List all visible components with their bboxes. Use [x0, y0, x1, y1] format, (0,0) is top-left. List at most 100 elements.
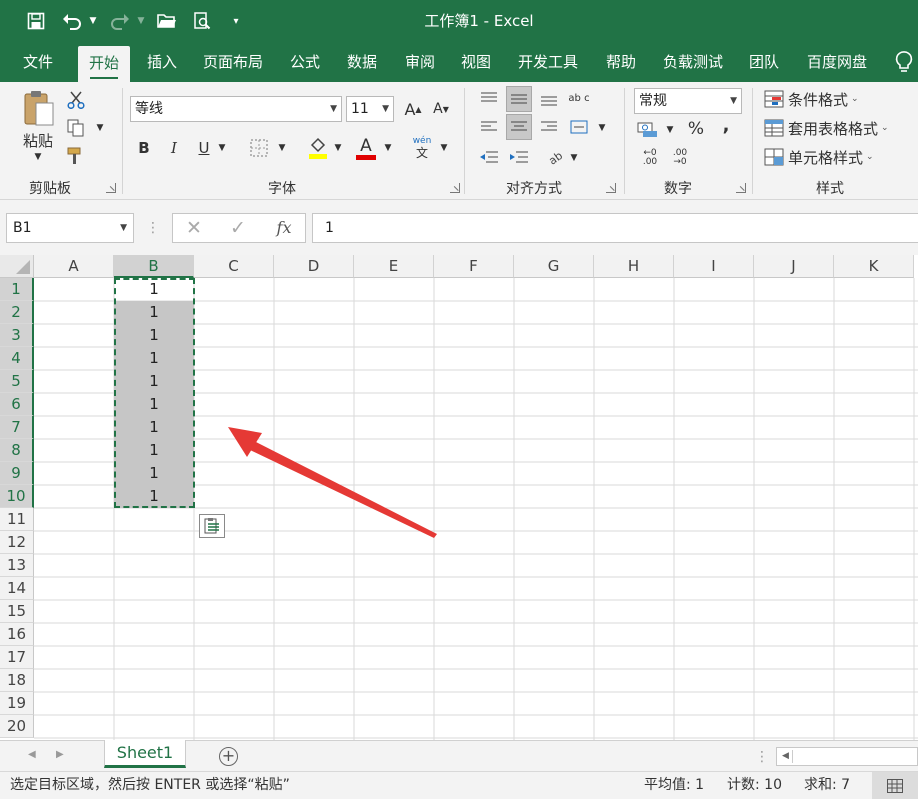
row-header-12[interactable]: 12	[0, 531, 34, 554]
prev-sheet-icon[interactable]: ◀	[28, 749, 36, 760]
borders-dropdown-icon[interactable]: ▼	[276, 140, 288, 156]
row-header-15[interactable]: 15	[0, 600, 34, 623]
grow-font-button[interactable]: A ▲	[402, 96, 424, 122]
decrease-indent-icon[interactable]	[478, 146, 500, 168]
horizontal-scrollbar[interactable]: ◀	[776, 747, 918, 766]
cell-b1[interactable]: 1	[114, 278, 194, 301]
select-all-button[interactable]	[0, 255, 34, 278]
row-header-17[interactable]: 17	[0, 646, 34, 669]
tab-review[interactable]: 审阅	[394, 42, 446, 82]
phonetic-dropdown-icon[interactable]: ▼	[438, 140, 450, 156]
cell-styles-button[interactable]: 单元格样式 ⌄	[764, 146, 894, 168]
conditional-formatting-button[interactable]: 条件格式 ⌄	[764, 88, 884, 110]
decrease-decimal-button[interactable]: .00 →0	[666, 146, 694, 170]
column-header-g[interactable]: G	[514, 255, 594, 278]
name-box[interactable]: B1 ▼	[6, 213, 134, 243]
cut-icon[interactable]	[66, 90, 86, 110]
row-header-3[interactable]: 3	[0, 324, 34, 347]
scroll-left-icon[interactable]: ◀	[779, 750, 793, 763]
cell-b9[interactable]: 1	[114, 462, 194, 485]
increase-indent-icon[interactable]	[508, 146, 530, 168]
tab-developer[interactable]: 开发工具	[510, 42, 586, 82]
paste-options-icon[interactable]	[199, 514, 225, 538]
format-as-table-button[interactable]: 套用表格格式 ⌄	[764, 117, 904, 139]
orientation-dropdown-icon[interactable]: ▼	[568, 150, 580, 166]
copy-dropdown-icon[interactable]: ▼	[94, 120, 106, 136]
tab-insert[interactable]: 插入	[136, 42, 188, 82]
row-header-5[interactable]: 5	[0, 370, 34, 393]
formula-bar-grip-icon[interactable]: ⋮	[146, 216, 160, 240]
row-header-16[interactable]: 16	[0, 623, 34, 646]
wrap-text-icon[interactable]: ab c	[568, 86, 590, 112]
column-header-a[interactable]: A	[34, 255, 114, 278]
align-middle-icon[interactable]	[506, 86, 532, 112]
tab-file[interactable]: 文件	[12, 42, 64, 82]
row-header-18[interactable]: 18	[0, 669, 34, 692]
cell-b3[interactable]: 1	[114, 324, 194, 347]
row-header-1[interactable]: 1	[0, 278, 34, 301]
enter-icon[interactable]: ✓	[223, 214, 253, 242]
row-header-11[interactable]: 11	[0, 508, 34, 531]
font-color-button[interactable]: A	[354, 134, 378, 162]
row-header-10[interactable]: 10	[0, 485, 34, 508]
shrink-font-button[interactable]: A ▼	[430, 96, 452, 122]
percent-style-button[interactable]: %	[684, 118, 708, 140]
paste-dropdown-icon[interactable]: ▼	[30, 150, 46, 164]
cell-b4[interactable]: 1	[114, 347, 194, 370]
column-header-e[interactable]: E	[354, 255, 434, 278]
cell-b7[interactable]: 1	[114, 416, 194, 439]
copy-icon[interactable]	[66, 118, 86, 138]
borders-icon[interactable]	[248, 136, 270, 160]
alignment-launcher-icon[interactable]	[606, 183, 616, 193]
phonetic-guide-button[interactable]: wén 文	[410, 134, 434, 162]
column-header-i[interactable]: I	[674, 255, 754, 278]
font-launcher-icon[interactable]	[450, 183, 460, 193]
row-header-19[interactable]: 19	[0, 692, 34, 715]
worksheet-grid[interactable]: ABCDEFGHIJK 1 2 3 4 5 6 7 8 9 10 11 12 13 14 15 16 17 18 1…	[0, 255, 918, 740]
accounting-format-icon[interactable]	[636, 118, 660, 140]
normal-view-icon[interactable]	[872, 772, 918, 799]
font-size-select[interactable]: 11 ▼	[346, 96, 394, 122]
row-header-13[interactable]: 13	[0, 554, 34, 577]
tab-load-test[interactable]: 负载测试	[654, 42, 732, 82]
underline-dropdown-icon[interactable]: ▼	[216, 140, 228, 156]
align-top-icon[interactable]	[478, 88, 500, 110]
column-header-j[interactable]: J	[754, 255, 834, 278]
tab-team[interactable]: 团队	[740, 42, 788, 82]
row-header-20[interactable]: 20	[0, 715, 34, 738]
cell-b6[interactable]: 1	[114, 393, 194, 416]
cell-b2[interactable]: 1	[114, 301, 194, 324]
row-header-2[interactable]: 2	[0, 301, 34, 324]
column-header-h[interactable]: H	[594, 255, 674, 278]
number-format-select[interactable]: 常规 ▼	[634, 88, 742, 114]
number-launcher-icon[interactable]	[736, 183, 746, 193]
column-header-k[interactable]: K	[834, 255, 914, 278]
column-header-b[interactable]: B	[114, 255, 194, 278]
sheet-tab-sheet1[interactable]: Sheet1	[104, 740, 186, 768]
cell-b5[interactable]: 1	[114, 370, 194, 393]
comma-style-button[interactable]: ,	[716, 114, 736, 136]
row-header-8[interactable]: 8	[0, 439, 34, 462]
merge-center-icon[interactable]	[568, 116, 590, 138]
row-header-9[interactable]: 9	[0, 462, 34, 485]
fill-color-icon[interactable]	[306, 134, 330, 162]
increase-decimal-button[interactable]: ←0 .00	[636, 146, 664, 170]
column-header-f[interactable]: F	[434, 255, 514, 278]
insert-function-button[interactable]: fx	[269, 214, 299, 242]
formula-input[interactable]: 1	[312, 213, 918, 243]
underline-button[interactable]: U	[194, 136, 214, 160]
column-header-d[interactable]: D	[274, 255, 354, 278]
column-header-c[interactable]: C	[194, 255, 274, 278]
tab-formulas[interactable]: 公式	[280, 42, 330, 82]
fill-color-dropdown-icon[interactable]: ▼	[332, 140, 344, 156]
align-bottom-icon[interactable]	[538, 88, 560, 110]
font-color-dropdown-icon[interactable]: ▼	[382, 140, 394, 156]
orientation-icon[interactable]: ab	[544, 146, 566, 168]
accounting-dropdown-icon[interactable]: ▼	[664, 122, 676, 138]
row-header-6[interactable]: 6	[0, 393, 34, 416]
paste-button[interactable]: 粘贴	[14, 130, 62, 150]
cell-b10[interactable]: 1	[114, 485, 194, 508]
align-center-icon[interactable]	[506, 114, 532, 140]
cancel-icon[interactable]: ✕	[179, 214, 209, 242]
merge-dropdown-icon[interactable]: ▼	[596, 120, 608, 136]
